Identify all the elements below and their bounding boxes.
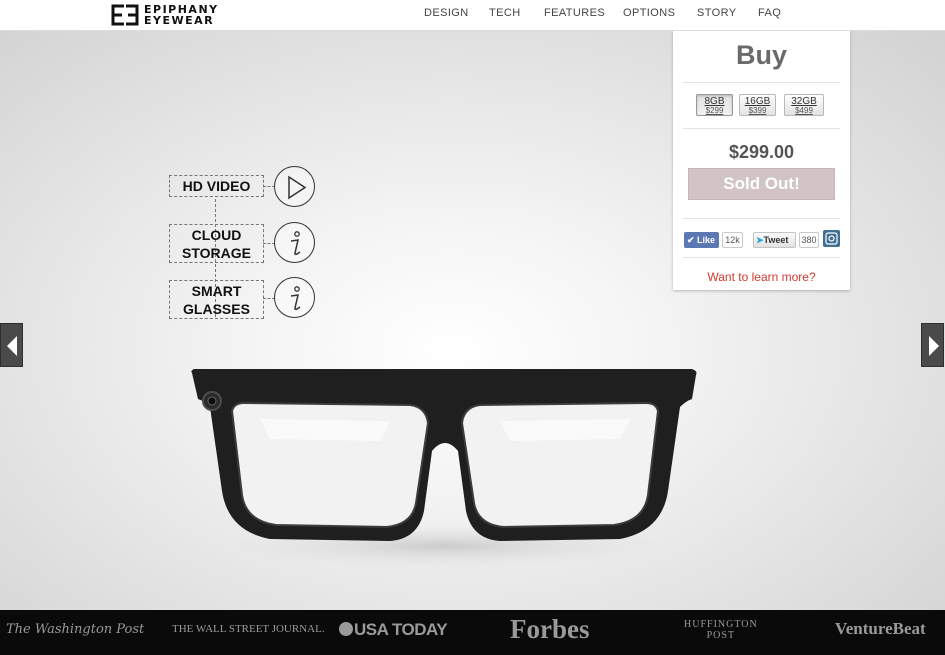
divider: [683, 82, 840, 83]
nav-tech[interactable]: TECH: [489, 7, 521, 19]
chevron-left-icon: [7, 336, 17, 356]
wall-street-journal-logo: THE WALL STREET JOURNAL.: [172, 623, 325, 635]
facebook-like-button[interactable]: ✔ Like: [684, 232, 719, 248]
twitter-tweet-button[interactable]: ➤Tweet: [753, 232, 796, 248]
previous-arrow-button[interactable]: [0, 323, 23, 367]
divider: [683, 257, 840, 258]
sold-out-button[interactable]: Sold Out!: [688, 168, 835, 200]
option-16gb-button[interactable]: 16GB $399: [739, 94, 776, 116]
twitter-tweet-label: Tweet: [763, 235, 789, 245]
washington-post-logo: The Washington Post: [6, 622, 145, 637]
feature-label: HD VIDEO: [182, 178, 251, 194]
venturebeat-logo: VentureBeat: [835, 619, 926, 638]
feature-smart-glasses[interactable]: SMART GLASSES: [169, 280, 264, 319]
feature-label: CLOUD: [191, 227, 242, 243]
buy-title: Buy: [735, 40, 787, 70]
info-icon[interactable]: [274, 222, 315, 263]
feature-cloud-storage[interactable]: CLOUD STORAGE: [169, 224, 264, 263]
option-32gb-button[interactable]: 32GB $499: [784, 94, 824, 116]
chevron-right-icon: [929, 336, 939, 356]
option-price: $399: [748, 106, 767, 115]
usa-today-circle-icon: [339, 622, 353, 636]
feature-label: STORAGE: [182, 245, 251, 261]
buy-panel: Buy 8GB $299 16GB $399 32GB $499 $299.00…: [673, 31, 850, 290]
glasses-product-image: [191, 369, 697, 568]
facebook-like-widget[interactable]: ✔ Like 12k: [684, 232, 743, 248]
huffington-line2: POST: [706, 630, 736, 641]
nav-design[interactable]: DESIGN: [424, 7, 469, 19]
product-price: $299.00: [728, 142, 795, 162]
main-nav: DESIGN TECH FEATURES OPTIONS STORY FAQ: [0, 7, 945, 23]
twitter-bird-icon: ➤: [756, 235, 764, 245]
feature-label: GLASSES: [183, 301, 250, 317]
forbes-logo: Forbes: [510, 614, 590, 644]
facebook-like-count: 12k: [722, 232, 743, 248]
option-price: $299: [705, 106, 724, 115]
info-icon[interactable]: [274, 277, 315, 318]
feature-hd-video[interactable]: HD VIDEO: [169, 175, 264, 197]
nav-story[interactable]: STORY: [697, 7, 737, 19]
usa-today-logo: USA TODAY: [338, 620, 448, 640]
divider: [683, 128, 840, 129]
usa-today-label: USA TODAY: [354, 620, 448, 639]
huffington-post-logo: HUFFINGTON POST: [684, 619, 758, 641]
nav-features[interactable]: FEATURES: [544, 7, 605, 19]
feature-label: SMART: [191, 283, 242, 299]
next-arrow-button[interactable]: [921, 323, 944, 367]
press-logos-bar: The Washington Post THE WALL STREET JOUR…: [0, 610, 945, 655]
nav-options[interactable]: OPTIONS: [623, 7, 675, 19]
option-price: $499: [795, 106, 813, 115]
twitter-tweet-count: 380: [799, 232, 819, 248]
facebook-like-label: Like: [697, 235, 716, 245]
play-icon[interactable]: [274, 166, 315, 207]
learn-more-link[interactable]: Want to learn more?: [673, 270, 850, 284]
option-8gb-button[interactable]: 8GB $299: [696, 94, 733, 116]
instagram-icon[interactable]: [823, 230, 840, 247]
nav-faq[interactable]: FAQ: [758, 7, 781, 19]
twitter-tweet-widget[interactable]: ➤Tweet 380: [753, 232, 819, 248]
top-navigation-bar: EPIPHANY EYEWEAR DESIGN TECH FEATURES OP…: [0, 0, 945, 31]
huffington-line1: HUFFINGTON: [684, 619, 758, 630]
divider: [683, 218, 840, 219]
